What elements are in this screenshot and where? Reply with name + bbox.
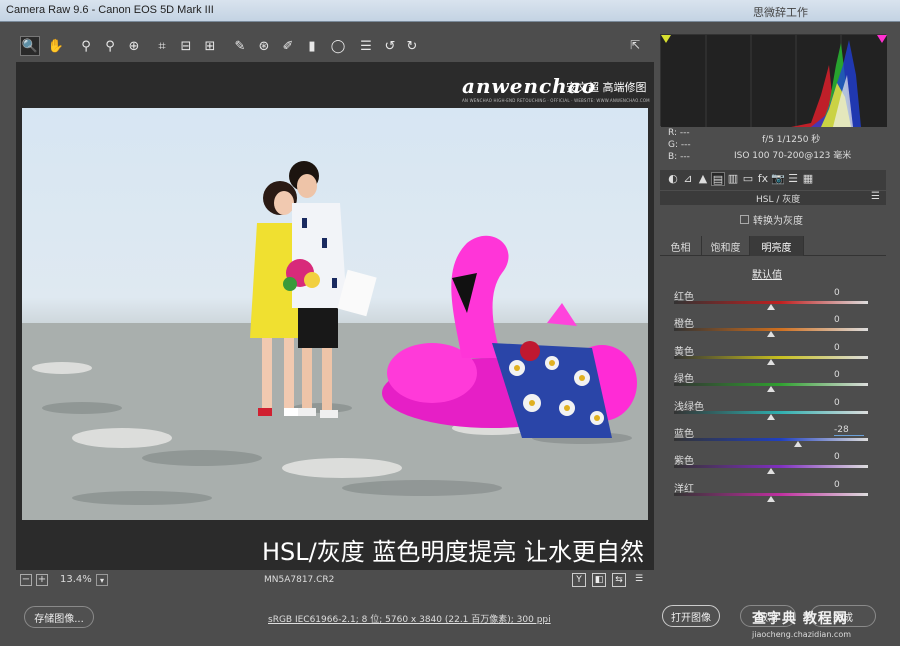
histogram-graph xyxy=(661,35,887,127)
hand-icon[interactable]: ✋ xyxy=(46,36,66,56)
adjustment-brush-icon[interactable]: ✐ xyxy=(278,36,298,56)
panel-menu-icon[interactable]: ☰ xyxy=(871,191,880,202)
transform-icon[interactable]: ⊞ xyxy=(200,36,220,56)
zoom-icon[interactable]: 🔍 xyxy=(20,36,40,56)
subtab-0[interactable]: 色相 xyxy=(660,236,702,256)
rotate-left-icon[interactable]: ↺ xyxy=(380,36,400,56)
zoom-out-button[interactable]: − xyxy=(20,574,32,586)
slider-value-field[interactable]: 0 xyxy=(834,343,864,353)
fx-icon[interactable]: fx xyxy=(756,172,770,186)
graduated-filter-icon[interactable]: ▮ xyxy=(302,36,322,56)
slider-row: 黄色 0 xyxy=(674,343,870,367)
slider-handle[interactable] xyxy=(767,468,775,475)
view-settings-icon[interactable]: ☰ xyxy=(632,573,646,587)
slider-handle[interactable] xyxy=(794,441,803,447)
watermark-logo: anwenchao 安文超 高端修图 AN WENCHAO HIGH-END R… xyxy=(462,74,652,104)
open-image-button[interactable]: 打开图像 xyxy=(662,605,720,627)
zoom-dropdown[interactable]: ▾ xyxy=(96,574,108,586)
preview-photo[interactable] xyxy=(22,108,648,520)
slider-row: 紫色 0 xyxy=(674,452,870,476)
logo-subtitle: AN WENCHAO HIGH-END RETOUCHING · OFFICIA… xyxy=(462,98,650,103)
snapshots-icon[interactable]: ▦ xyxy=(801,172,815,186)
slider-value-field[interactable]: 0 xyxy=(834,398,864,408)
presets-icon[interactable]: ☰ xyxy=(786,172,800,186)
window-title-right: 思微辞工作 xyxy=(753,6,808,19)
watermark-line2: jiaocheng.chazidian.com xyxy=(752,630,852,639)
zoom-level: 13.4% xyxy=(60,574,92,585)
checkbox-box[interactable] xyxy=(740,215,749,224)
white-balance-icon[interactable]: ⚲ xyxy=(76,36,96,56)
slider-value-field[interactable]: -28 xyxy=(834,425,864,436)
canvas-status-bar: − + 13.4% ▾ MN5A7817.CR2 Y ◧ ⇆ ☰ xyxy=(16,572,656,590)
histogram-basic-icon[interactable]: ◐ xyxy=(666,172,680,186)
slider-handle[interactable] xyxy=(767,331,775,338)
swap-settings-button[interactable]: ◧ xyxy=(592,573,606,587)
copy-settings-button[interactable]: ⇆ xyxy=(612,573,626,587)
photo-caption: HSL/灰度 蓝色明度提亮 让水更自然 xyxy=(262,538,644,566)
tool-bar: 🔍 ✋ ⚲ ⚲ ⊕ ⌗ ⊟ ⊞ ✎ ⊛ ✐ ▮ ◯ ☰ ↺ ↻ xyxy=(16,34,656,58)
logo-chinese: 安文超 高端修图 xyxy=(566,81,647,94)
panel-tabs: ◐ ⊿ ▲ ▤ ▥ ▭ fx 📷 ☰ ▦ xyxy=(660,170,886,190)
targeted-adjustment-icon[interactable]: ⊕ xyxy=(124,36,144,56)
slider-track[interactable] xyxy=(674,438,868,441)
slider-value-field[interactable]: 0 xyxy=(834,452,864,462)
straighten-icon[interactable]: ⊟ xyxy=(176,36,196,56)
slider-value-field[interactable]: 0 xyxy=(834,480,864,490)
slider-handle[interactable] xyxy=(767,495,775,502)
rotate-right-icon[interactable]: ↻ xyxy=(402,36,422,56)
spot-removal-icon[interactable]: ✎ xyxy=(230,36,250,56)
default-link[interactable]: 默认值 xyxy=(752,266,782,281)
before-after-toggle[interactable]: Y xyxy=(572,573,586,587)
color-sampler-icon[interactable]: ⚲ xyxy=(100,36,120,56)
subtab-1[interactable]: 饱和度 xyxy=(702,236,750,256)
site-watermark: 查字典 教程网 jiaocheng.chazidian.com xyxy=(752,608,892,644)
subtab-2[interactable]: 明亮度 xyxy=(750,236,804,256)
exposure-info: f/5 1/1250 秒 xyxy=(762,135,821,145)
hsl-subtabs: 色相 饱和度 明亮度 xyxy=(660,236,886,256)
histogram xyxy=(660,34,887,127)
slider-row: 红色 0 xyxy=(674,288,870,312)
slider-handle[interactable] xyxy=(767,358,775,365)
slider-handle[interactable] xyxy=(767,304,775,310)
panel-title: HSL / 灰度 xyxy=(756,195,801,205)
tone-curve-icon[interactable]: ⊿ xyxy=(681,172,695,186)
window-title: Camera Raw 9.6 - Canon EOS 5D Mark III xyxy=(6,4,214,16)
slider-handle[interactable] xyxy=(767,413,775,420)
window-title-bar: Camera Raw 9.6 - Canon EOS 5D Mark III 思… xyxy=(0,0,900,22)
lens-icon[interactable]: ▭ xyxy=(741,172,755,186)
photo-illustration xyxy=(22,161,648,520)
save-image-button[interactable]: 存储图像... xyxy=(24,606,94,628)
readout-b: B: --- xyxy=(668,152,690,162)
panel-header: HSL / 灰度 ☰ xyxy=(660,191,886,205)
fullscreen-icon[interactable]: ⇱ xyxy=(630,38,648,54)
zoom-in-button[interactable]: + xyxy=(36,574,48,586)
crop-icon[interactable]: ⌗ xyxy=(152,36,172,56)
radial-filter-icon[interactable]: ◯ xyxy=(328,36,348,56)
slider-row: 浅绿色 0 xyxy=(674,398,870,422)
slider-row: 绿色 0 xyxy=(674,370,870,394)
camera-calibration-icon[interactable]: 📷 xyxy=(771,172,785,186)
readout-g: G: --- xyxy=(668,140,691,150)
slider-row: 蓝色 -28 xyxy=(674,425,870,449)
watermark-line1: 查字典 教程网 xyxy=(752,611,848,627)
slider-row: 橙色 0 xyxy=(674,315,870,339)
slider-value-field[interactable]: 0 xyxy=(834,370,864,380)
slider-value-field[interactable]: 0 xyxy=(834,288,864,298)
preferences-icon[interactable]: ☰ xyxy=(356,36,376,56)
readout-r: R: --- xyxy=(668,128,690,138)
convert-grayscale-checkbox[interactable]: 转换为灰度 xyxy=(740,212,803,227)
slider-row: 洋红 0 xyxy=(674,480,870,504)
grayscale-label: 转换为灰度 xyxy=(753,216,803,227)
file-name: MN5A7817.CR2 xyxy=(264,575,335,585)
workflow-options-link[interactable]: sRGB IEC61966-2.1; 8 位; 5760 x 3840 (22.… xyxy=(268,612,551,625)
slider-value-field[interactable]: 0 xyxy=(834,315,864,325)
red-eye-icon[interactable]: ⊛ xyxy=(254,36,274,56)
hsl-icon[interactable]: ▤ xyxy=(711,172,725,186)
split-toning-icon[interactable]: ▥ xyxy=(726,172,740,186)
detail-icon[interactable]: ▲ xyxy=(696,172,710,186)
rgb-readout: R: --- G: --- B: --- f/5 1/1250 秒 ISO 10… xyxy=(668,128,888,166)
iso-lens-info: ISO 100 70-200@123 毫米 xyxy=(734,151,852,161)
image-canvas: anwenchao 安文超 高端修图 AN WENCHAO HIGH-END R… xyxy=(16,62,654,570)
slider-handle[interactable] xyxy=(767,386,775,393)
